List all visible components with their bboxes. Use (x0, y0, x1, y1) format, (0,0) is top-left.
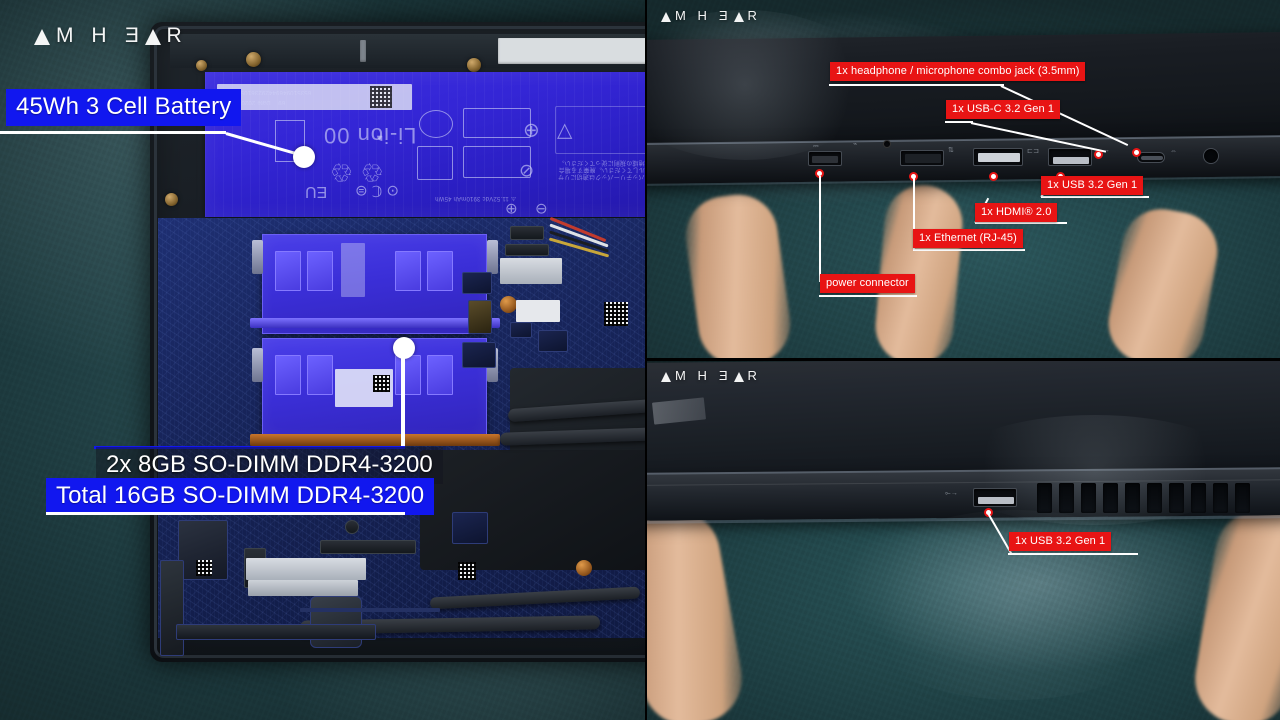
hdmi-callout-underline (975, 222, 1067, 224)
power-callout-underline (819, 295, 917, 297)
dimm-clip (252, 240, 263, 274)
dimm-slot (250, 318, 500, 328)
video-frame: 6535109469442923610543BE 69 Date 2020082… (0, 0, 1280, 720)
ethernet-icon: ⇅ (948, 147, 955, 154)
usbc-callout-underline (945, 121, 973, 123)
board-qr-code (196, 560, 212, 576)
board-sticker (516, 300, 560, 322)
dimm-slot (250, 434, 500, 446)
dimm-clip (487, 240, 498, 274)
board-qr-code (604, 302, 628, 326)
ribbon-cable (246, 558, 366, 580)
board-screw-post (345, 520, 359, 534)
brand-logo: M HER (661, 8, 761, 23)
panel-divider-horizontal (645, 358, 1280, 361)
indicator-led (883, 140, 891, 148)
hinge-bracket (310, 596, 362, 648)
chassis-bottom-rail (176, 624, 376, 640)
port-usb-a (973, 488, 1017, 507)
chassis-screw (467, 58, 481, 72)
audio-callout-underline (829, 84, 1004, 86)
battery-recycle-icon (417, 146, 453, 180)
panel-side-port: ⟜→ 1x USB 3.2 Gen 1 M HER (645, 360, 1280, 720)
battery-text-block (463, 146, 531, 178)
callout-usb-a[interactable]: 1x USB 3.2 Gen 1 (1041, 176, 1144, 196)
ribbon-cable (248, 580, 358, 596)
usba-callout-underline (1041, 196, 1149, 198)
status-icon: ⌁ (853, 141, 858, 148)
chassis-screw (246, 52, 261, 67)
callout-battery[interactable]: 45Wh 3 Cell Battery (6, 89, 242, 127)
board-chip (468, 300, 492, 334)
battery-callout-dot (293, 146, 315, 168)
hdmi-icon: ⊏⊐ (1027, 148, 1040, 155)
brand-logo: M HER (34, 24, 188, 48)
callout-dot-audio (1132, 148, 1141, 157)
brand-logo: M HER (661, 368, 761, 383)
port-power (808, 151, 842, 166)
logo-letter-a (661, 11, 671, 22)
callout-ethernet[interactable]: 1x Ethernet (RJ-45) (913, 229, 1023, 249)
board-chip (452, 512, 488, 544)
board-capacitor (576, 560, 592, 576)
battery-spec-block (555, 106, 645, 154)
port-audio-jack (1203, 148, 1219, 164)
usb-a-icon: ⟜→ (945, 490, 959, 497)
board-chip (462, 342, 496, 368)
port-usb-a (1048, 148, 1092, 166)
battery-qr-code (370, 86, 392, 108)
logo-letter-a (661, 371, 671, 382)
port-usb-c (1137, 152, 1165, 163)
callout-dot-hdmi (989, 172, 998, 181)
board-qr-code (458, 562, 476, 580)
so-dimm-module-2 (262, 338, 487, 438)
callout-hdmi[interactable]: 1x HDMI® 2.0 (975, 203, 1058, 223)
laptop-side-edge (645, 469, 1280, 521)
port-hdmi (973, 148, 1023, 166)
board-chip (538, 330, 568, 352)
callout-audio-jack[interactable]: 1x headphone / microphone combo jack (3.… (830, 62, 1086, 82)
chassis-screw (165, 193, 178, 206)
callout-usb-c[interactable]: 1x USB-C 3.2 Gen 1 (946, 100, 1061, 120)
battery-barcode-label (217, 84, 412, 110)
rim-tab (360, 40, 366, 62)
usba-side-callout-underline (1008, 553, 1138, 555)
callout-power-connector[interactable]: power connector (820, 274, 915, 294)
chassis-screw (196, 60, 207, 71)
board-connector (510, 226, 544, 240)
port-ethernet (900, 150, 944, 166)
dimm-clip (252, 348, 263, 382)
panel-laptop-internals: 6535109469442923610543BE 69 Date 2020082… (0, 0, 645, 720)
board-chip (462, 272, 492, 294)
board-capacitor (500, 296, 517, 313)
memory-callout-underline (46, 512, 405, 515)
callout-memory-total[interactable]: Total 16GB SO-DIMM DDR4-3200 (46, 478, 435, 516)
power-callout-leader (819, 176, 821, 282)
board-connector (505, 244, 549, 256)
usb-c-icon: ⇔ (1170, 148, 1178, 155)
memory-callout-leader (401, 348, 405, 448)
panel-rear-ports: ⎓ ⌁ ⇅ ⊏⊐ ⟜→ ⇔ 1x headphone / microphone (645, 0, 1280, 360)
board-connector (320, 540, 416, 554)
forearm-right (872, 181, 966, 360)
battery-prohibit-icon (419, 110, 453, 138)
callout-usb-a-side[interactable]: 1x USB 3.2 Gen 1 (1009, 532, 1112, 552)
power-icon: ⎓ (813, 143, 819, 150)
logo-letter-a (34, 29, 50, 45)
rim-plate (498, 38, 645, 64)
battery-callout-underline (0, 131, 226, 134)
hinge-bracket (160, 560, 184, 656)
board-connector-housing (500, 258, 562, 284)
board-chip (510, 322, 532, 338)
battery-text-block (463, 108, 531, 138)
ethernet-callout-underline (913, 249, 1025, 251)
fan-shroud (420, 450, 645, 570)
